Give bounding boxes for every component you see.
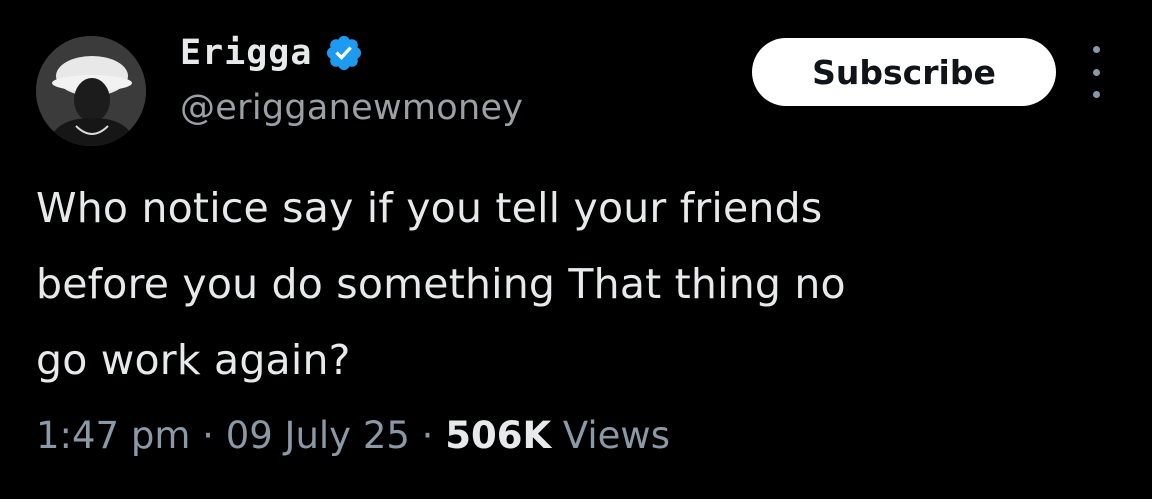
- verified-badge-icon: [327, 35, 362, 71]
- views-count[interactable]: 506K: [445, 414, 551, 457]
- avatar[interactable]: [36, 36, 146, 146]
- subscribe-button[interactable]: Subscribe: [752, 38, 1056, 106]
- tweet-text-line: go work again?: [36, 336, 351, 384]
- tweet-meta: 1:47 pm · 09 July 25 · 506K Views: [36, 414, 670, 457]
- meta-separator: ·: [190, 414, 226, 457]
- author-handle[interactable]: @erigganewmoney: [180, 88, 523, 128]
- tweet-time[interactable]: 1:47 pm: [36, 414, 190, 457]
- author-name-row[interactable]: Erigga: [180, 28, 364, 78]
- tweet-text-line: Who notice say if you tell your friends: [36, 184, 823, 232]
- meta-separator: ·: [409, 414, 446, 457]
- tweet-text: Who notice say if you tell your friends …: [36, 170, 1126, 398]
- more-options-icon[interactable]: [1084, 46, 1108, 98]
- more-dot: [1092, 91, 1100, 98]
- more-dot: [1092, 68, 1100, 76]
- display-name[interactable]: Erigga: [180, 33, 312, 73]
- tweet-date[interactable]: 09 July 25: [226, 414, 410, 457]
- more-dot: [1092, 46, 1100, 53]
- views-label: Views: [551, 414, 670, 457]
- profile-photo: [36, 36, 146, 146]
- tweet-text-line: before you do something That thing no: [36, 260, 846, 308]
